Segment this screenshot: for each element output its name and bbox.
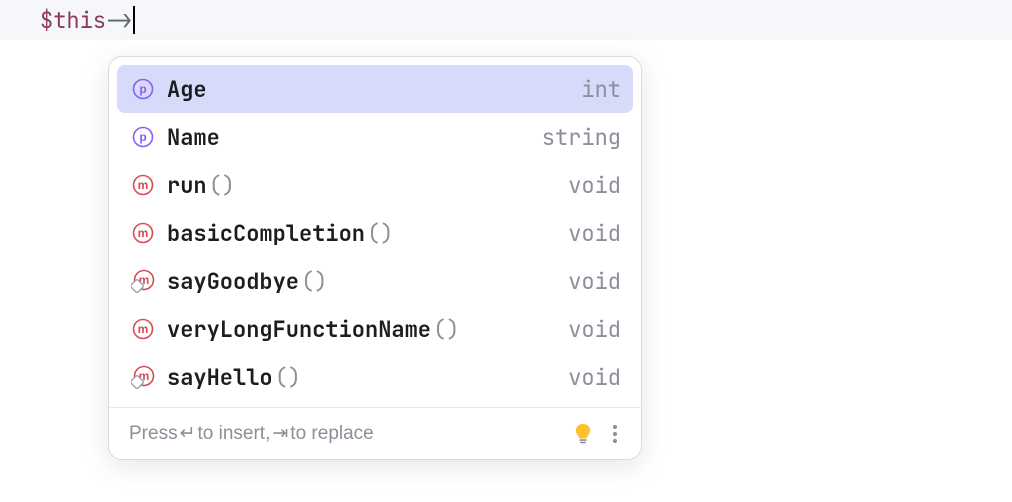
completion-item[interactable]: m run() void (117, 161, 633, 209)
enter-key-icon: ↵ (180, 422, 196, 445)
text-caret (133, 6, 135, 34)
code-token-variable: $this (40, 6, 106, 35)
lightbulb-icon[interactable] (573, 423, 593, 445)
completion-item-params: () (275, 363, 301, 392)
completion-item-type: void (568, 267, 621, 296)
completion-item-type: void (568, 363, 621, 392)
property-icon: p (129, 78, 157, 100)
completion-item[interactable]: p Age int (117, 65, 633, 113)
svg-text:p: p (139, 130, 146, 144)
svg-text:p: p (139, 82, 146, 96)
completion-item-name: Age (167, 75, 207, 104)
completion-item[interactable]: m veryLongFunctionName() void (117, 305, 633, 353)
more-options-icon[interactable] (605, 425, 625, 443)
completion-item-type: string (542, 123, 621, 152)
method-icon: m (129, 174, 157, 196)
completion-item[interactable]: p Name string (117, 113, 633, 161)
hint-text: to insert, (198, 423, 271, 445)
completion-hint: Press ↵ to insert, ⇥ to replace (129, 422, 561, 445)
completion-item-type: int (581, 75, 621, 104)
completion-item-name: Name (167, 123, 220, 152)
completion-item[interactable]: m basicCompletion() void (117, 209, 633, 257)
completion-item-name: veryLongFunctionName (167, 315, 431, 344)
completion-item-params: () (209, 171, 235, 200)
svg-text:m: m (138, 178, 149, 192)
method-icon: m (129, 318, 157, 340)
completion-popup: pAgeintpNamestringmrun()voidmbasicComple… (108, 56, 642, 460)
completion-item-type: void (568, 315, 621, 344)
completion-item[interactable]: m sayGoodbye() void (117, 257, 633, 305)
completion-list: pAgeintpNamestringmrun()voidmbasicComple… (109, 57, 641, 407)
svg-text:m: m (138, 322, 149, 336)
hint-text: Press (129, 423, 178, 445)
code-token-arrow: -> (106, 6, 132, 35)
editor-line[interactable]: $this -> (0, 0, 1012, 40)
property-icon: p (129, 126, 157, 148)
method-override-icon: m (129, 365, 157, 389)
method-override-icon: m (129, 269, 157, 293)
completion-item-params: () (301, 267, 327, 296)
tab-key-icon: ⇥ (272, 422, 288, 445)
completion-item-params: () (367, 219, 393, 248)
method-icon: m (129, 222, 157, 244)
completion-item-type: void (568, 219, 621, 248)
completion-footer: Press ↵ to insert, ⇥ to replace (109, 407, 641, 459)
completion-item-params: () (433, 315, 459, 344)
completion-item[interactable]: m sayHello() void (117, 353, 633, 401)
hint-text: to replace (290, 423, 373, 445)
completion-item-name: basicCompletion (167, 219, 365, 248)
completion-item-type: void (568, 171, 621, 200)
completion-item-name: run (167, 171, 207, 200)
completion-item-name: sayGoodbye (167, 267, 299, 296)
completion-item-name: sayHello (167, 363, 273, 392)
svg-text:m: m (138, 226, 149, 240)
